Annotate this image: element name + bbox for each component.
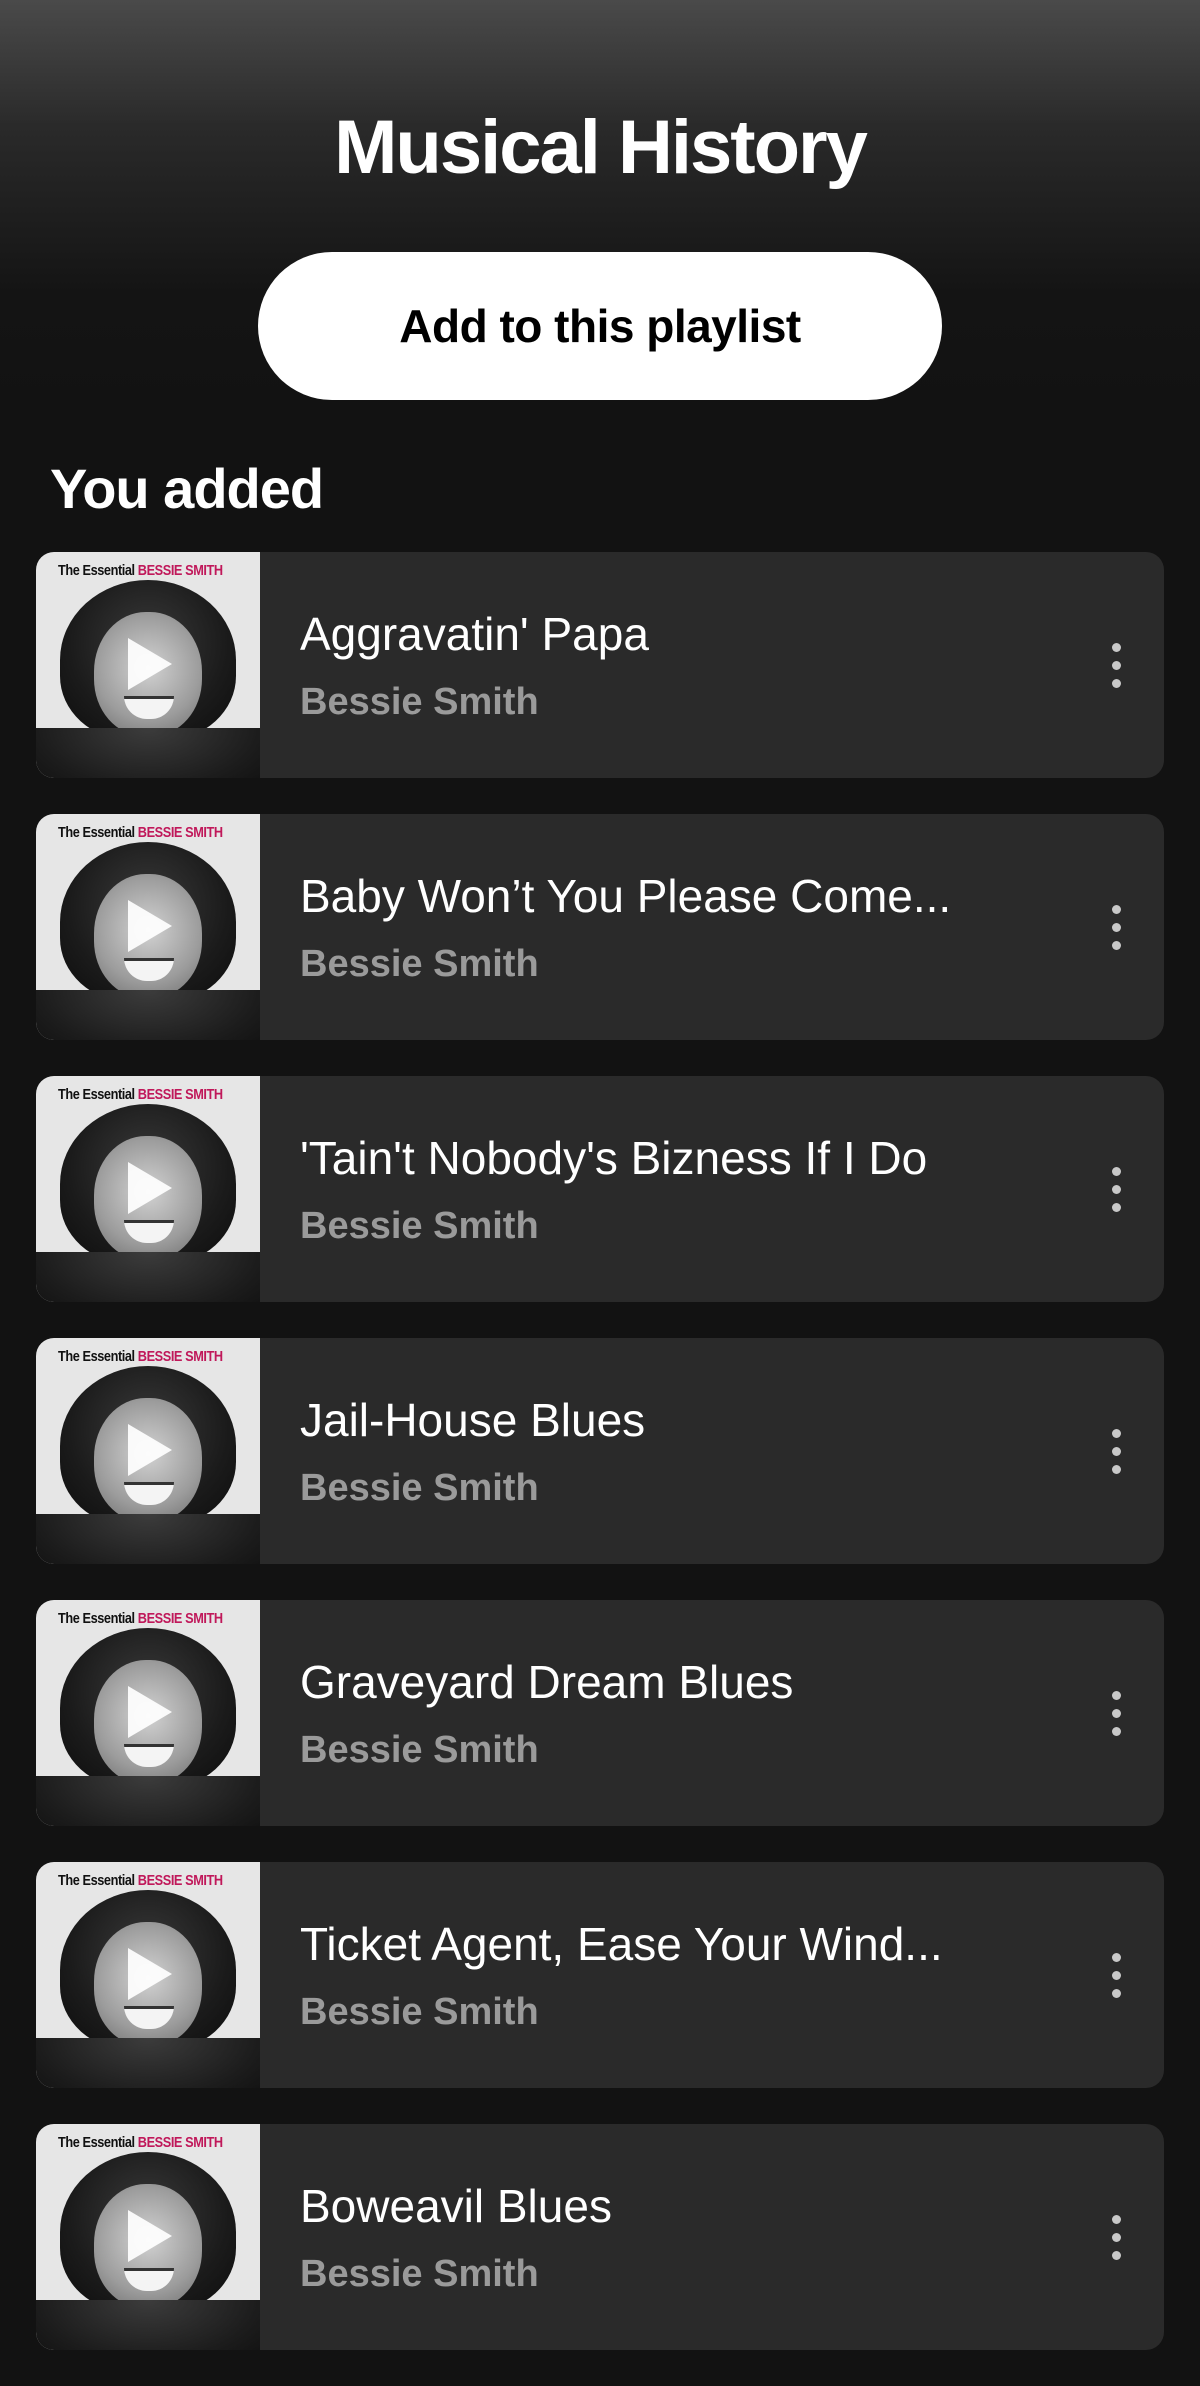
track-title: Baby Won’t You Please Come... xyxy=(300,870,952,922)
track-title: Ticket Agent, Ease Your Wind... xyxy=(300,1918,943,1970)
more-options-icon[interactable] xyxy=(1076,1136,1156,1242)
section-heading: You added xyxy=(50,457,324,520)
track-title: 'Tain't Nobody's Bizness If I Do xyxy=(300,1132,928,1184)
album-cover-caption: The Essential BESSIE SMITH xyxy=(58,1086,223,1103)
play-icon[interactable] xyxy=(128,900,172,952)
track-list: The Essential BESSIE SMITH Aggravatin' P… xyxy=(36,552,1164,2386)
track-title: Aggravatin' Papa xyxy=(300,608,649,660)
play-icon[interactable] xyxy=(128,638,172,690)
track-row[interactable]: The Essential BESSIE SMITH Graveyard Dre… xyxy=(36,1600,1164,1826)
play-icon[interactable] xyxy=(128,1162,172,1214)
play-icon[interactable] xyxy=(128,1686,172,1738)
track-artist: Bessie Smith xyxy=(300,1467,539,1509)
album-cover-caption: The Essential BESSIE SMITH xyxy=(58,1872,223,1889)
track-row[interactable]: The Essential BESSIE SMITH 'Tain't Nobod… xyxy=(36,1076,1164,1302)
album-cover-caption: The Essential BESSIE SMITH xyxy=(58,562,223,579)
more-options-icon[interactable] xyxy=(1076,2184,1156,2290)
track-title: Jail-House Blues xyxy=(300,1394,646,1446)
track-title: Graveyard Dream Blues xyxy=(300,1656,794,1708)
page-title: Musical History xyxy=(334,105,868,190)
play-icon[interactable] xyxy=(128,1948,172,2000)
more-options-icon[interactable] xyxy=(1076,612,1156,718)
track-row[interactable]: The Essential BESSIE SMITH Boweavil Blue… xyxy=(36,2124,1164,2350)
album-cover-caption: The Essential BESSIE SMITH xyxy=(58,824,223,841)
track-artist: Bessie Smith xyxy=(300,1991,539,2033)
album-cover-caption: The Essential BESSIE SMITH xyxy=(58,1348,223,1365)
track-artist: Bessie Smith xyxy=(300,2253,539,2295)
track-row[interactable]: The Essential BESSIE SMITH Ticket Agent,… xyxy=(36,1862,1164,2088)
play-icon[interactable] xyxy=(128,2210,172,2262)
track-artist: Bessie Smith xyxy=(300,681,539,723)
more-options-icon[interactable] xyxy=(1076,1398,1156,1504)
track-row[interactable]: The Essential BESSIE SMITH Aggravatin' P… xyxy=(36,552,1164,778)
play-icon[interactable] xyxy=(128,1424,172,1476)
track-row[interactable]: The Essential BESSIE SMITH Baby Won’t Yo… xyxy=(36,814,1164,1040)
track-row[interactable]: The Essential BESSIE SMITH Jail-House Bl… xyxy=(36,1338,1164,1564)
album-cover-caption: The Essential BESSIE SMITH xyxy=(58,2134,223,2151)
more-options-icon[interactable] xyxy=(1076,1922,1156,2028)
album-cover-caption: The Essential BESSIE SMITH xyxy=(58,1610,223,1627)
add-to-playlist-button[interactable]: Add to this playlist xyxy=(258,252,942,400)
track-artist: Bessie Smith xyxy=(300,1205,539,1247)
more-options-icon[interactable] xyxy=(1076,874,1156,980)
track-artist: Bessie Smith xyxy=(300,1729,539,1771)
more-options-icon[interactable] xyxy=(1076,1660,1156,1766)
track-title: Boweavil Blues xyxy=(300,2180,612,2232)
track-artist: Bessie Smith xyxy=(300,943,539,985)
